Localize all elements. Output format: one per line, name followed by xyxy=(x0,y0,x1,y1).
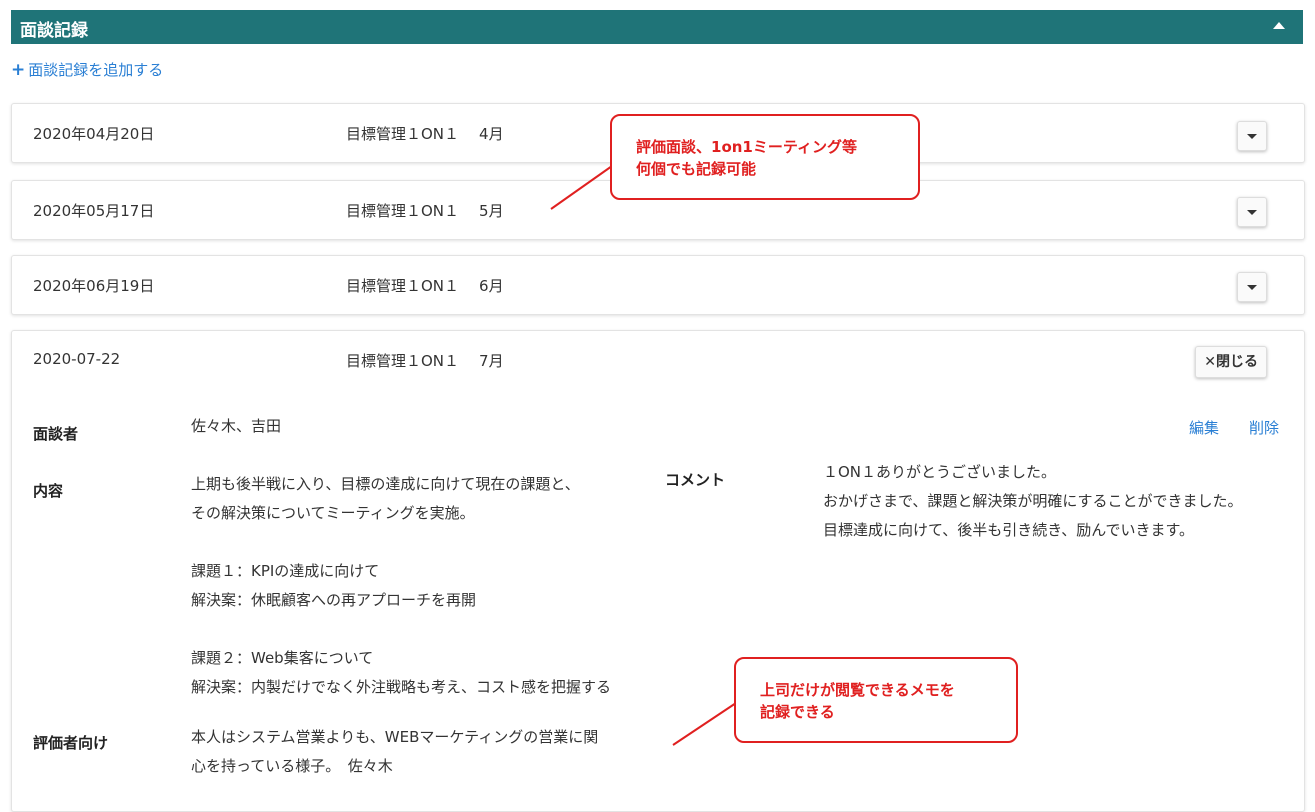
callout-multiple-records: 評価面談、1on1ミーティング等 何個でも記録可能 xyxy=(610,114,920,200)
callout-supervisor-memo: 上司だけが閲覧できるメモを 記録できる xyxy=(734,657,1018,743)
callout-leader-top xyxy=(550,165,613,210)
callout-leader-bottom xyxy=(672,702,737,746)
